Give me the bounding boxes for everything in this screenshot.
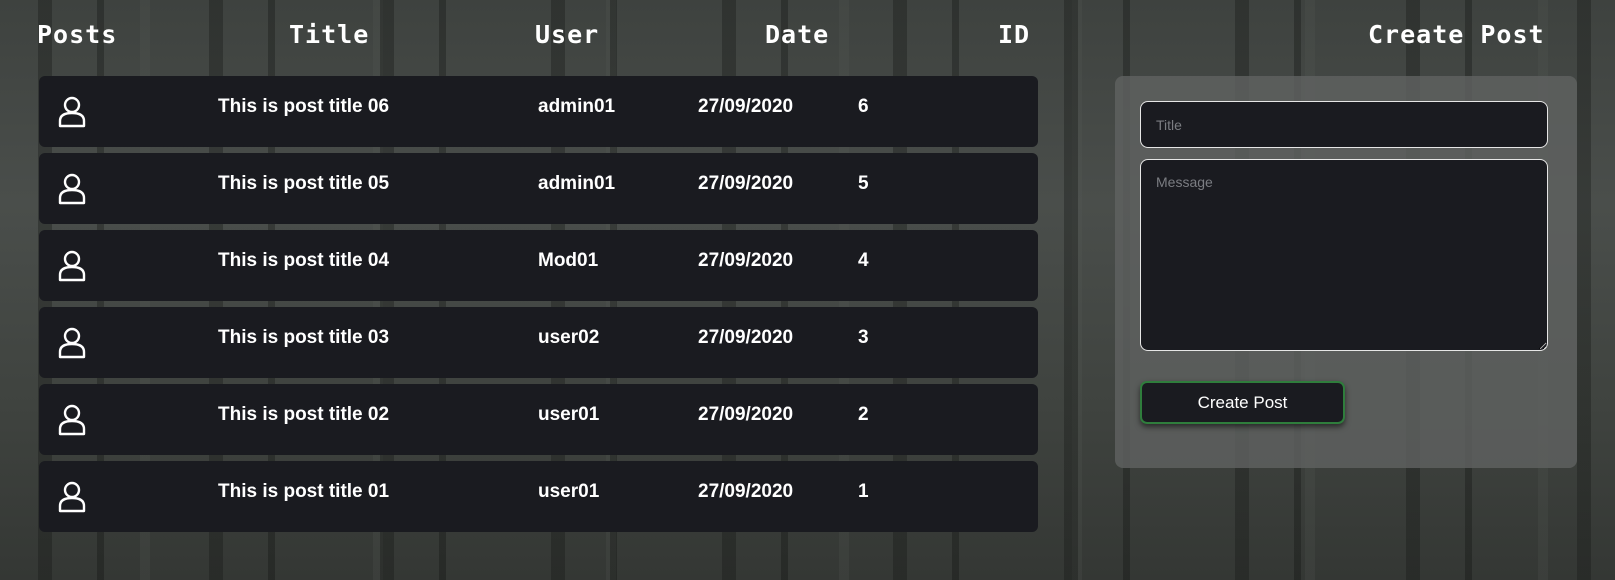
post-date: 27/09/2020	[698, 96, 794, 117]
user-icon	[57, 250, 87, 282]
post-title[interactable]: This is post title 05	[218, 153, 389, 215]
create-post-heading: Create Post	[1368, 20, 1545, 49]
post-user: user01	[538, 404, 600, 425]
user-icon	[57, 327, 87, 359]
user-icon	[57, 481, 87, 513]
post-title[interactable]: This is post title 04	[218, 230, 389, 292]
user-icon	[57, 404, 87, 436]
post-date: 27/09/2020	[698, 404, 794, 425]
post-user: admin01	[538, 96, 616, 117]
post-id: 5	[858, 173, 869, 194]
title-column-header: Title	[289, 20, 370, 49]
post-title[interactable]: This is post title 02	[218, 384, 389, 446]
post-title[interactable]: This is post title 03	[218, 307, 389, 369]
post-id: 1	[858, 481, 869, 502]
post-row[interactable]: This is post title 04 Mod01 27/09/2020 4	[39, 230, 1038, 301]
post-user: Mod01	[538, 250, 599, 271]
date-column-header: Date	[765, 20, 830, 49]
user-icon	[57, 173, 87, 205]
post-user: user02	[538, 327, 600, 348]
post-date: 27/09/2020	[698, 173, 794, 194]
post-row[interactable]: This is post title 01 user01 27/09/2020 …	[39, 461, 1038, 532]
create-post-button[interactable]: Create Post	[1140, 381, 1345, 424]
post-title[interactable]: This is post title 06	[218, 76, 389, 138]
id-column-header: ID	[998, 20, 1031, 49]
user-column-header: User	[535, 20, 600, 49]
post-row[interactable]: This is post title 06 admin01 27/09/2020…	[39, 76, 1038, 147]
message-textarea[interactable]	[1140, 159, 1548, 351]
posts-heading: Posts	[37, 20, 118, 49]
post-date: 27/09/2020	[698, 481, 794, 502]
post-list: This is post title 06 admin01 27/09/2020…	[39, 76, 1038, 538]
title-input[interactable]	[1140, 101, 1548, 148]
create-post-panel: Create Post	[1115, 76, 1577, 468]
post-date: 27/09/2020	[698, 327, 794, 348]
post-id: 4	[858, 250, 869, 271]
post-date: 27/09/2020	[698, 250, 794, 271]
post-title[interactable]: This is post title 01	[218, 461, 389, 523]
post-row[interactable]: This is post title 05 admin01 27/09/2020…	[39, 153, 1038, 224]
post-id: 6	[858, 96, 869, 117]
post-row[interactable]: This is post title 02 user01 27/09/2020 …	[39, 384, 1038, 455]
user-icon	[57, 96, 87, 128]
post-id: 3	[858, 327, 869, 348]
post-id: 2	[858, 404, 869, 425]
post-row[interactable]: This is post title 03 user02 27/09/2020 …	[39, 307, 1038, 378]
post-user: admin01	[538, 173, 616, 194]
post-user: user01	[538, 481, 600, 502]
